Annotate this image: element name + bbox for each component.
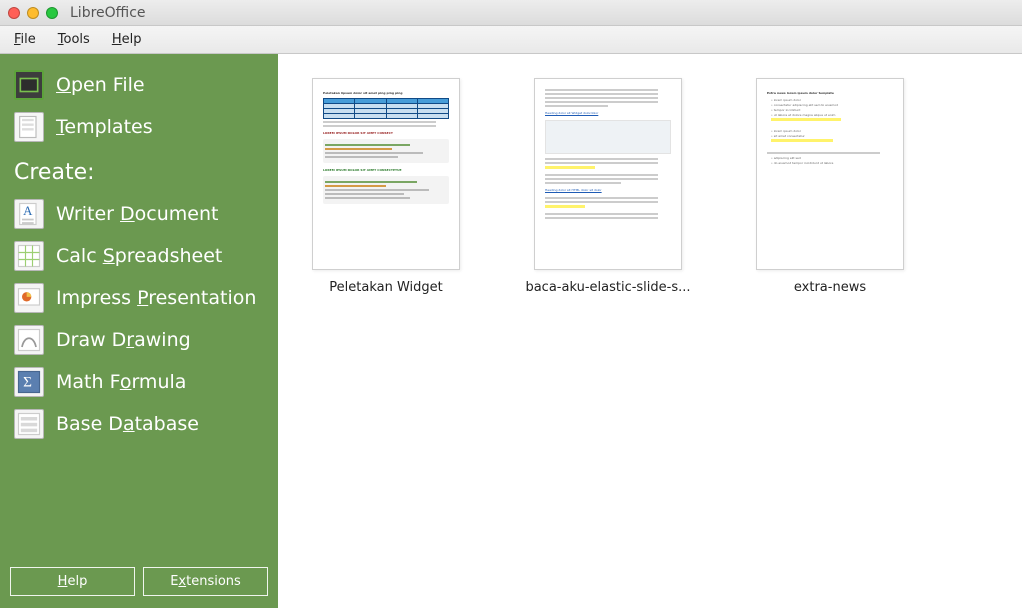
open-file-icon <box>14 70 44 100</box>
document-thumbnail: Heading dolor sit Widget dolordolor Head… <box>534 78 682 270</box>
main-area: Open File Templates Create: A Writer Doc… <box>0 54 1022 608</box>
document-label: extra-news <box>794 280 866 295</box>
templates-action[interactable]: Templates <box>10 106 268 148</box>
create-label: Create: <box>10 148 268 193</box>
sidebar: Open File Templates Create: A Writer Doc… <box>0 54 278 608</box>
calc-icon <box>14 241 44 271</box>
window-title: LibreOffice <box>70 5 146 21</box>
sidebar-bottom-buttons: Help Extensions <box>10 567 268 598</box>
minimize-window-button[interactable] <box>27 7 39 19</box>
document-label: Peletakan Widget <box>329 280 442 295</box>
maximize-window-button[interactable] <box>46 7 58 19</box>
base-icon <box>14 409 44 439</box>
create-calc[interactable]: Calc Spreadsheet <box>10 235 268 277</box>
close-window-button[interactable] <box>8 7 20 19</box>
writer-icon: A <box>14 199 44 229</box>
svg-text:Σ: Σ <box>23 374 32 391</box>
menu-tools[interactable]: Tools <box>50 29 98 50</box>
window-titlebar: LibreOffice <box>0 0 1022 26</box>
templates-icon <box>14 112 44 142</box>
impress-icon <box>14 283 44 313</box>
create-base[interactable]: Base Database <box>10 403 268 445</box>
recent-document[interactable]: Extra news lorem ipsum dolor template • … <box>750 78 910 295</box>
recent-document[interactable]: Heading dolor sit Widget dolordolor Head… <box>528 78 688 295</box>
create-math[interactable]: Σ Math Formula <box>10 361 268 403</box>
document-thumbnail: Peletakan lipsum dolor sit amet ping pin… <box>312 78 460 270</box>
menu-help[interactable]: Help <box>104 29 150 50</box>
document-label: baca-aku-elastic-slide-s... <box>525 280 690 295</box>
math-icon: Σ <box>14 367 44 397</box>
menubar: File Tools Help <box>0 26 1022 54</box>
create-draw[interactable]: Draw Drawing <box>10 319 268 361</box>
open-file-action[interactable]: Open File <box>10 64 268 106</box>
menu-file-rest: ile <box>21 32 36 47</box>
create-impress[interactable]: Impress Presentation <box>10 277 268 319</box>
document-thumbnail: Extra news lorem ipsum dolor template • … <box>756 78 904 270</box>
extensions-button[interactable]: Extensions <box>143 567 268 596</box>
window-controls <box>8 7 58 19</box>
recent-document[interactable]: Peletakan lipsum dolor sit amet ping pin… <box>306 78 466 295</box>
svg-text:A: A <box>23 204 33 218</box>
create-writer[interactable]: A Writer Document <box>10 193 268 235</box>
recent-documents-area: Peletakan lipsum dolor sit amet ping pin… <box>278 54 1022 608</box>
menu-file[interactable]: File <box>6 29 44 50</box>
draw-icon <box>14 325 44 355</box>
help-button[interactable]: Help <box>10 567 135 596</box>
